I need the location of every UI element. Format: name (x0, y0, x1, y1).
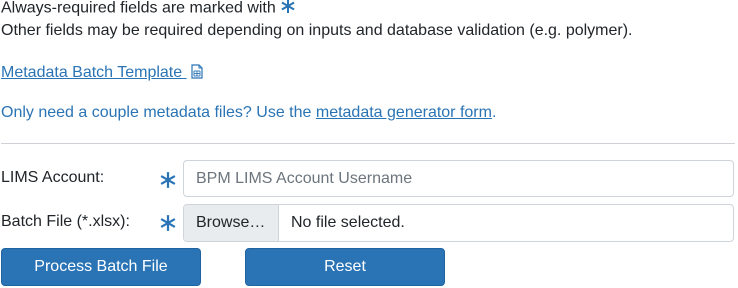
required-fields-note: Always-required fields are marked with (1, 0, 296, 19)
spreadsheet-file-icon (191, 64, 203, 84)
asterisk-icon (159, 171, 177, 189)
lims-account-label: LIMS Account: (1, 169, 105, 186)
generator-suffix: . (491, 104, 497, 121)
process-batch-file-button[interactable]: Process Batch File (1, 248, 201, 286)
other-fields-note: Other fields may be required depending o… (1, 22, 633, 39)
batch-file-input[interactable]: Browse… No file selected. (183, 204, 734, 242)
browse-button[interactable]: Browse… (184, 205, 279, 241)
template-link-label: Metadata Batch Template (1, 64, 183, 81)
generator-prefix: Only need a couple metadata files? Use t… (1, 104, 316, 121)
required-fields-text: Always-required fields are marked with (1, 0, 276, 17)
metadata-batch-template-link[interactable]: Metadata Batch Template (1, 64, 203, 81)
section-divider (1, 143, 735, 144)
file-status-text: No file selected. (291, 214, 405, 231)
asterisk-icon (159, 214, 177, 232)
generator-note: Only need a couple metadata files? Use t… (1, 104, 496, 122)
template-line: Metadata Batch Template (1, 64, 203, 84)
reset-button[interactable]: Reset (245, 248, 445, 286)
metadata-generator-link[interactable]: metadata generator form (316, 104, 492, 121)
lims-account-input[interactable] (183, 160, 734, 197)
asterisk-icon (280, 0, 296, 19)
batch-file-label: Batch File (*.xlsx): (1, 213, 130, 230)
